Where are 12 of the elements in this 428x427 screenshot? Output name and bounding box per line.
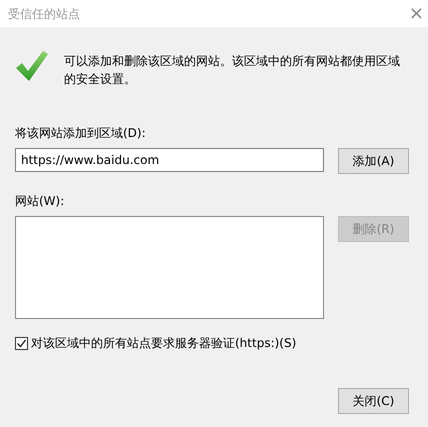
checkbox[interactable] bbox=[15, 336, 28, 350]
close-button[interactable]: × bbox=[404, 4, 428, 22]
list-label: 网站(W): bbox=[15, 193, 66, 210]
info-text: 可以添加和删除该区域的网站。该区域中的所有网站都使用区域的安全设置。 bbox=[64, 53, 401, 88]
checkbox-label: 对该区域中的所有站点要求服务器验证(https:)(S) bbox=[31, 335, 296, 352]
window-title: 受信任的站点 bbox=[8, 6, 80, 22]
add-button[interactable]: 添加(A) bbox=[338, 148, 409, 174]
url-field[interactable]: https://www.baidu.com bbox=[15, 148, 324, 172]
checkmark-icon bbox=[15, 50, 49, 82]
close-dialog-button[interactable]: 关闭(C) bbox=[338, 388, 409, 414]
sites-list[interactable] bbox=[15, 216, 324, 319]
field-label: 将该网站添加到区域(D): bbox=[15, 125, 147, 142]
